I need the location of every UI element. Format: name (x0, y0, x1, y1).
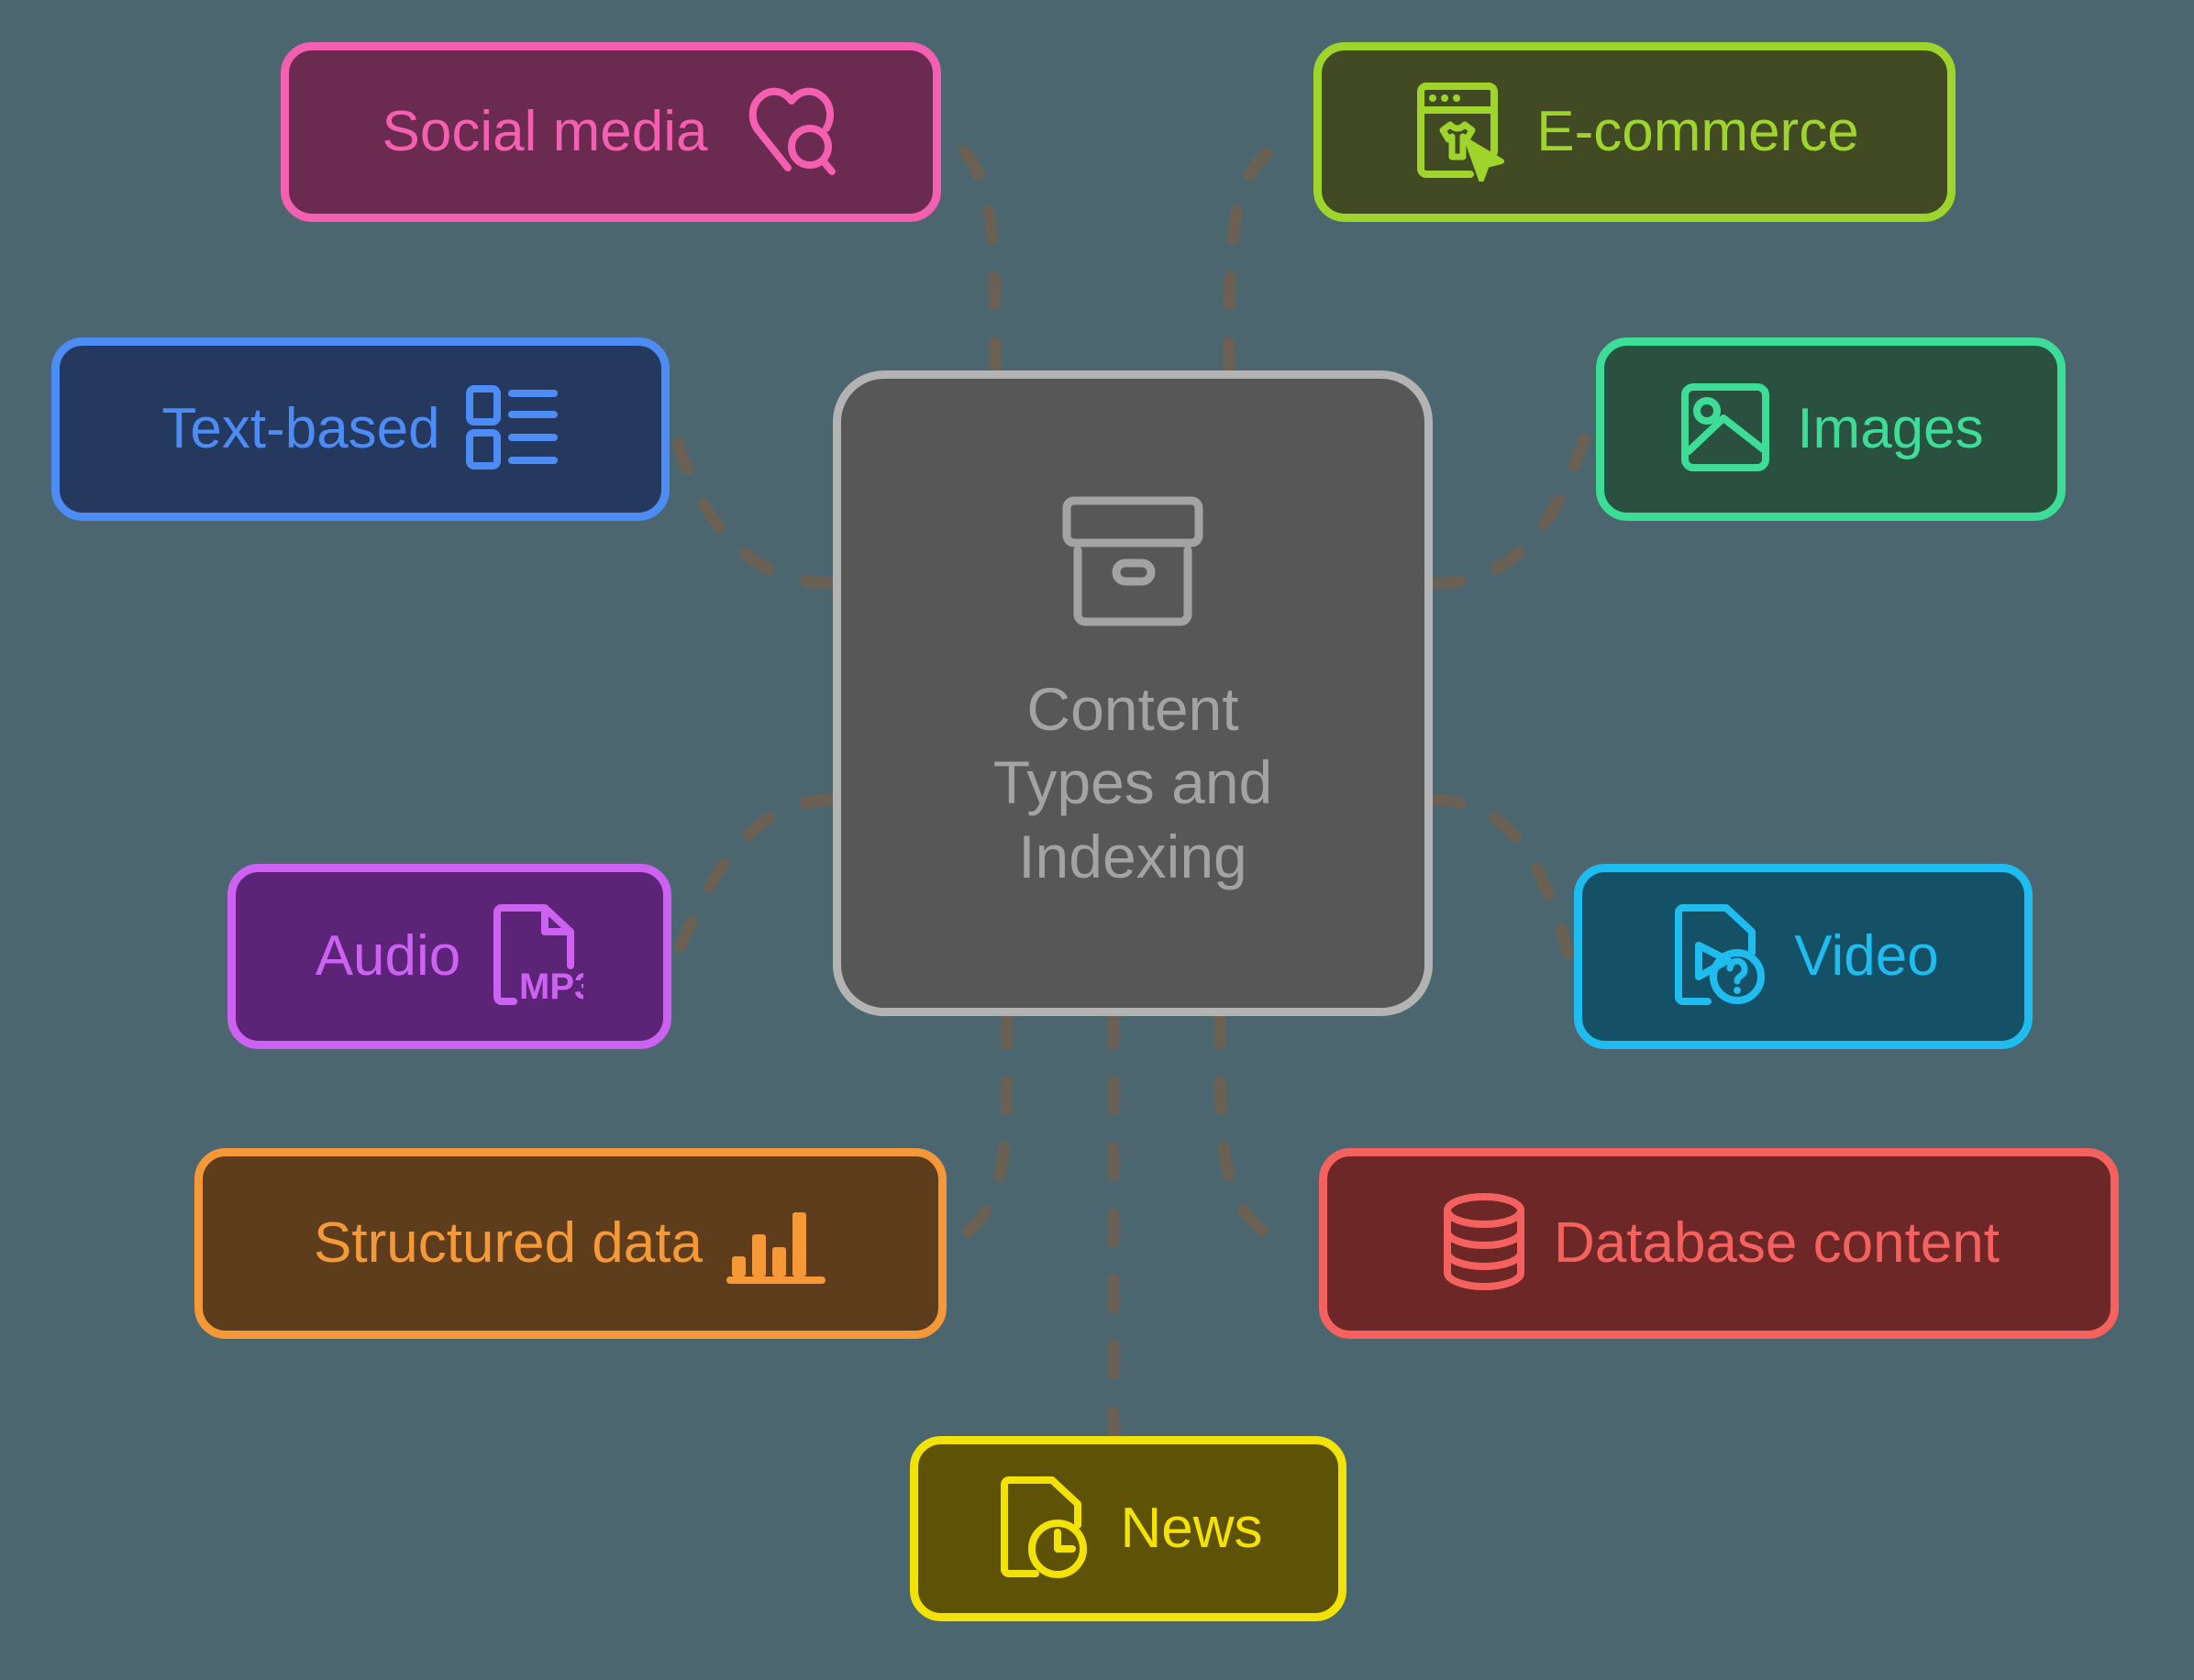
node-news[interactable]: News (910, 1436, 1346, 1621)
center-node-title: Content Types and Indexing (992, 674, 1273, 890)
edge-center-structured-data (944, 1010, 1014, 1250)
edge-center-database-content (1213, 1010, 1291, 1250)
node-social-media-label: Social media (382, 100, 708, 164)
edge-center-text-based (668, 425, 839, 590)
heart-search-icon (731, 81, 839, 184)
svg-text:MP3: MP3 (519, 967, 583, 1007)
edge-center-images (1426, 425, 1593, 590)
node-e-commerce[interactable]: E-commerce (1313, 42, 1956, 222)
database-icon (1438, 1190, 1530, 1298)
bar-chart-icon (726, 1199, 827, 1288)
video-file-question-icon (1668, 901, 1770, 1012)
node-text-based-label: Text-based (161, 397, 440, 461)
node-video-label: Video (1794, 924, 1939, 989)
node-e-commerce-label: E-commerce (1536, 100, 1859, 164)
archive-box-icon (1054, 493, 1212, 636)
list-details-icon (464, 380, 560, 480)
edge-center-social-media (938, 129, 1002, 377)
node-news-label: News (1120, 1497, 1263, 1561)
node-video[interactable]: Video (1574, 864, 2033, 1049)
center-node[interactable]: Content Types and Indexing (833, 370, 1433, 1016)
image-icon (1678, 380, 1773, 480)
node-structured-data-label: Structured data (314, 1211, 703, 1276)
node-database-content-label: Database content (1553, 1211, 2000, 1276)
node-structured-data[interactable]: Structured data (194, 1148, 947, 1339)
node-audio-label: Audio (315, 924, 461, 989)
node-social-media[interactable]: Social media (281, 42, 941, 222)
edge-center-e-commerce (1223, 129, 1300, 377)
node-images-label: Images (1797, 397, 1984, 461)
mindmap-canvas: Content Types and Indexing Social media (0, 0, 2194, 1680)
edge-center-video (1426, 793, 1575, 960)
browser-shirt-cursor-icon (1410, 79, 1513, 186)
news-clock-file-icon (993, 1474, 1096, 1585)
mp3-file-icon: MP3 (484, 901, 595, 1012)
node-images[interactable]: Images (1596, 337, 2066, 521)
node-audio[interactable]: Audio MP3 (227, 864, 671, 1049)
node-database-content[interactable]: Database content (1319, 1148, 2119, 1339)
node-text-based[interactable]: Text-based (51, 337, 670, 521)
edge-center-audio (670, 793, 839, 960)
